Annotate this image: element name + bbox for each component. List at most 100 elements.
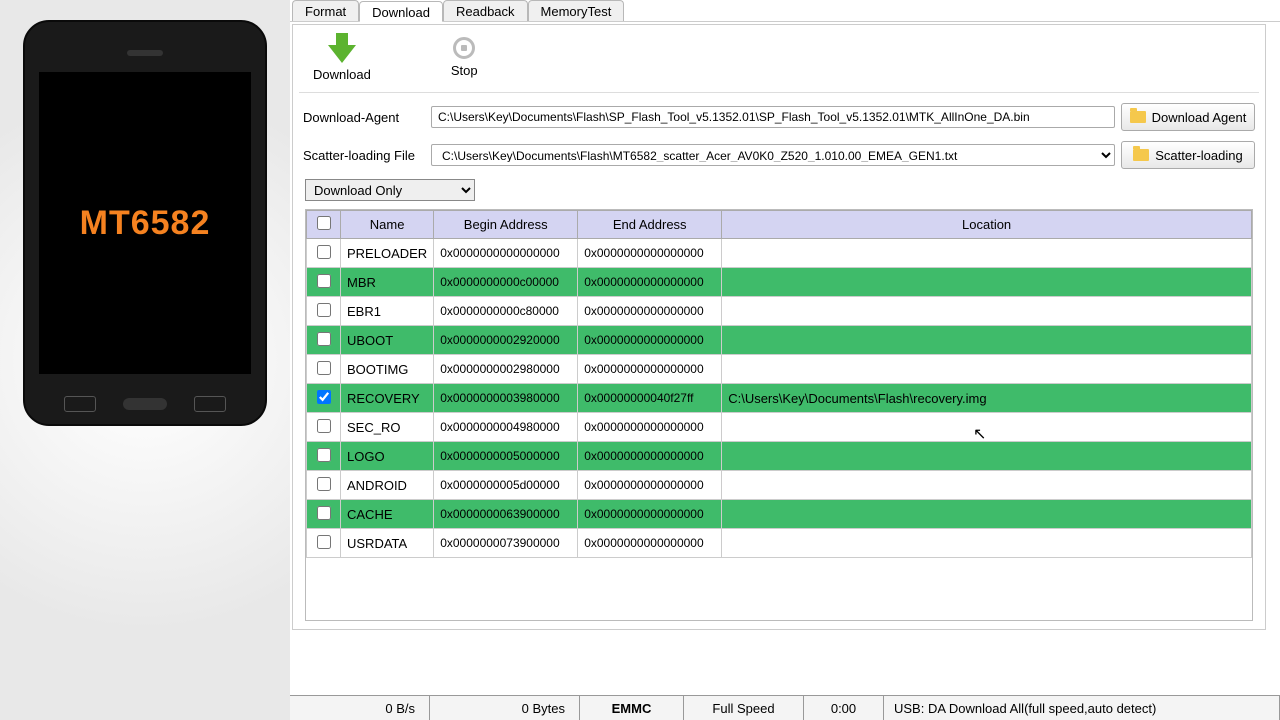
stop-icon (453, 37, 475, 59)
row-end: 0x0000000000000000 (578, 471, 722, 500)
row-begin: 0x0000000000c00000 (434, 268, 578, 297)
row-checkbox[interactable] (307, 442, 341, 471)
row-begin: 0x0000000002920000 (434, 326, 578, 355)
scatter-file-select[interactable]: C:\Users\Key\Documents\Flash\MT6582_scat… (431, 144, 1115, 166)
row-location (722, 268, 1252, 297)
row-name: CACHE (341, 500, 434, 529)
row-checkbox[interactable] (307, 239, 341, 268)
tab-format[interactable]: Format (292, 0, 359, 21)
back-key-icon (194, 396, 226, 412)
partition-table: Name Begin Address End Address Location … (305, 209, 1253, 621)
chipset-label: MT6582 (80, 204, 211, 243)
table-row[interactable]: SEC_RO0x00000000049800000x00000000000000… (307, 413, 1252, 442)
row-checkbox[interactable] (307, 500, 341, 529)
header-checkbox[interactable] (307, 211, 341, 239)
menu-key-icon (64, 396, 96, 412)
row-checkbox[interactable] (307, 355, 341, 384)
download-mode-select[interactable]: Download Only (305, 179, 475, 201)
row-location (722, 529, 1252, 558)
row-location (722, 326, 1252, 355)
row-name: LOGO (341, 442, 434, 471)
table-row[interactable]: USRDATA0x00000000739000000x0000000000000… (307, 529, 1252, 558)
row-end: 0x0000000000000000 (578, 268, 722, 297)
download-label: Download (313, 67, 371, 82)
row-checkbox[interactable] (307, 529, 341, 558)
main-tabs: FormatDownloadReadbackMemoryTest (290, 0, 1280, 22)
tab-download[interactable]: Download (359, 1, 443, 22)
row-end: 0x0000000000000000 (578, 326, 722, 355)
row-end: 0x0000000000000000 (578, 355, 722, 384)
row-begin: 0x0000000002980000 (434, 355, 578, 384)
row-checkbox[interactable] (307, 413, 341, 442)
tab-memorytest[interactable]: MemoryTest (528, 0, 625, 21)
status-bytes: 0 Bytes (430, 696, 580, 720)
table-row[interactable]: RECOVERY0x00000000039800000x00000000040f… (307, 384, 1252, 413)
row-end: 0x0000000000000000 (578, 442, 722, 471)
row-begin: 0x0000000005d00000 (434, 471, 578, 500)
row-name: EBR1 (341, 297, 434, 326)
row-checkbox[interactable] (307, 471, 341, 500)
row-begin: 0x0000000000c80000 (434, 297, 578, 326)
row-name: SEC_RO (341, 413, 434, 442)
row-location (722, 500, 1252, 529)
scatter-file-label: Scatter-loading File (303, 148, 425, 163)
status-mode: USB: DA Download All(full speed,auto det… (884, 696, 1280, 720)
row-end: 0x0000000000000000 (578, 239, 722, 268)
download-button[interactable]: Download (313, 33, 371, 82)
row-checkbox[interactable] (307, 268, 341, 297)
row-name: RECOVERY (341, 384, 434, 413)
row-name: ANDROID (341, 471, 434, 500)
status-bar: 0 B/s 0 Bytes EMMC Full Speed 0:00 USB: … (290, 695, 1280, 720)
download-agent-button[interactable]: Download Agent (1121, 103, 1255, 131)
row-location (722, 471, 1252, 500)
table-row[interactable]: MBR0x0000000000c000000x0000000000000000 (307, 268, 1252, 297)
table-row[interactable]: BOOTIMG0x00000000029800000x0000000000000… (307, 355, 1252, 384)
stop-button[interactable]: Stop (451, 33, 478, 82)
row-end: 0x0000000000000000 (578, 297, 722, 326)
row-location (722, 442, 1252, 471)
header-location[interactable]: Location (722, 211, 1252, 239)
home-key-icon (123, 398, 167, 410)
table-row[interactable]: PRELOADER0x00000000000000000x00000000000… (307, 239, 1252, 268)
table-row[interactable]: ANDROID0x0000000005d000000x0000000000000… (307, 471, 1252, 500)
folder-icon (1130, 111, 1146, 123)
row-end: 0x0000000000000000 (578, 529, 722, 558)
row-checkbox[interactable] (307, 297, 341, 326)
table-row[interactable]: LOGO0x00000000050000000x0000000000000000 (307, 442, 1252, 471)
row-location (722, 297, 1252, 326)
row-location (722, 239, 1252, 268)
download-agent-input[interactable] (431, 106, 1115, 128)
row-checkbox[interactable] (307, 326, 341, 355)
folder-icon (1133, 149, 1149, 161)
header-name[interactable]: Name (341, 211, 434, 239)
status-speed: 0 B/s (290, 696, 430, 720)
row-end: 0x0000000000000000 (578, 500, 722, 529)
status-storage: EMMC (580, 696, 684, 720)
row-location (722, 355, 1252, 384)
row-begin: 0x0000000063900000 (434, 500, 578, 529)
row-begin: 0x0000000000000000 (434, 239, 578, 268)
row-location (722, 413, 1252, 442)
row-location: C:\Users\Key\Documents\Flash\recovery.im… (722, 384, 1252, 413)
row-begin: 0x0000000005000000 (434, 442, 578, 471)
row-name: PRELOADER (341, 239, 434, 268)
row-end: 0x0000000000000000 (578, 413, 722, 442)
header-end[interactable]: End Address (578, 211, 722, 239)
row-name: USRDATA (341, 529, 434, 558)
stop-label: Stop (451, 63, 478, 78)
status-time: 0:00 (804, 696, 884, 720)
row-end: 0x00000000040f27ff (578, 384, 722, 413)
tab-readback[interactable]: Readback (443, 0, 528, 21)
row-checkbox[interactable] (307, 384, 341, 413)
phone-mockup: MT6582 (23, 20, 267, 426)
table-row[interactable]: EBR10x0000000000c800000x0000000000000000 (307, 297, 1252, 326)
header-begin[interactable]: Begin Address (434, 211, 578, 239)
scatter-loading-button[interactable]: Scatter-loading (1121, 141, 1255, 169)
device-preview-pane: MT6582 (0, 0, 290, 720)
table-row[interactable]: UBOOT0x00000000029200000x000000000000000… (307, 326, 1252, 355)
status-usb-speed: Full Speed (684, 696, 804, 720)
row-begin: 0x0000000003980000 (434, 384, 578, 413)
download-arrow-icon (328, 45, 356, 63)
row-name: MBR (341, 268, 434, 297)
table-row[interactable]: CACHE0x00000000639000000x000000000000000… (307, 500, 1252, 529)
